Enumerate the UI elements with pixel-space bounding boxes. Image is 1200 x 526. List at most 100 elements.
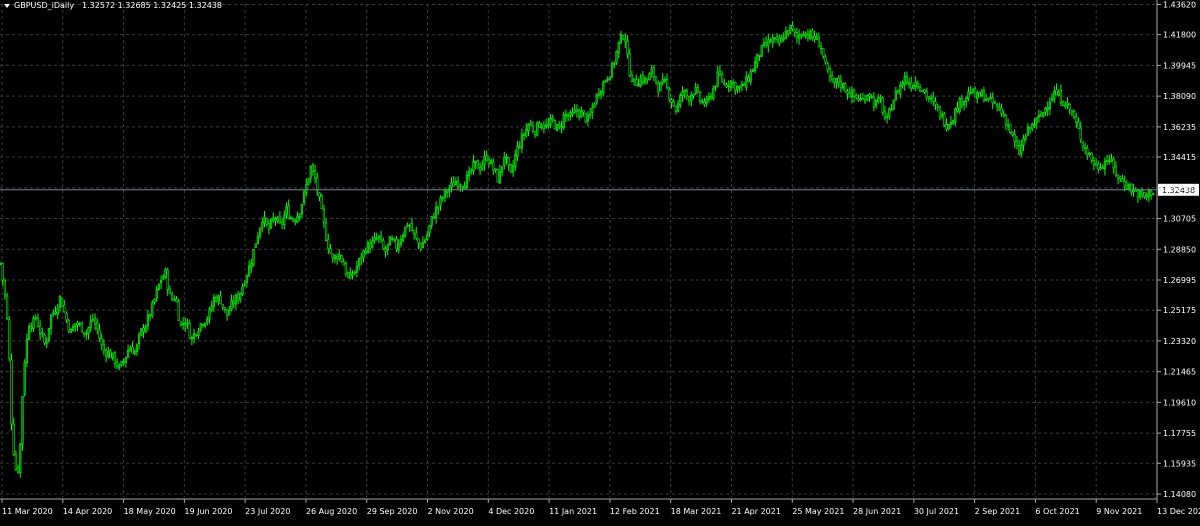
candle (89, 314, 92, 333)
candle-body (1152, 193, 1155, 195)
candle (751, 68, 754, 72)
candle-body (910, 82, 913, 89)
candle-body (173, 298, 176, 301)
candle-body (967, 91, 970, 99)
chart[interactable]: 1.32438 1.43620 1.41800 1.39945 1.38090 1.36… (0, 0, 1200, 522)
candle (1143, 192, 1146, 199)
candle (503, 151, 506, 170)
candle-body (204, 322, 207, 327)
candle (1084, 142, 1087, 155)
candle (586, 111, 589, 127)
candle (470, 168, 473, 175)
candle (749, 68, 752, 86)
candle (971, 88, 974, 94)
candle (1046, 101, 1049, 117)
candle (157, 283, 161, 291)
candle-body (6, 295, 9, 319)
candle (459, 183, 462, 192)
candle (855, 93, 858, 100)
candle (520, 128, 523, 154)
candle-body (538, 122, 541, 128)
candle-body (267, 223, 271, 230)
candle (555, 123, 559, 132)
candle-body (1024, 135, 1027, 140)
candle (637, 78, 640, 87)
candle-body (1112, 158, 1115, 168)
y-tick-label: 1.23320 (1163, 337, 1196, 346)
candle-body (195, 333, 198, 336)
candle-body (415, 232, 418, 239)
candle-body (1037, 114, 1040, 118)
candle (1103, 157, 1106, 176)
candle-body (1004, 115, 1007, 125)
candle (428, 224, 431, 238)
candle (1029, 126, 1032, 134)
candle-body (874, 99, 878, 107)
x-tick-label: 4 Dec 2020 (488, 507, 534, 516)
candle-body (775, 36, 779, 40)
candle (135, 343, 139, 356)
candle (338, 249, 341, 262)
candle-body (698, 92, 702, 102)
candle (1055, 83, 1058, 96)
candle-body (591, 107, 594, 113)
candle-body (938, 106, 941, 118)
candle-body (296, 216, 299, 223)
candle-body (175, 299, 178, 302)
candle-body (155, 288, 158, 299)
candle (665, 73, 669, 90)
candle-body (25, 338, 29, 364)
candle (923, 88, 926, 95)
candle-body (613, 63, 616, 65)
candle-body (846, 91, 849, 94)
candle (993, 100, 996, 104)
triangle-down-icon[interactable] (4, 4, 10, 8)
candle (663, 76, 666, 84)
candle (558, 120, 561, 130)
candle (522, 132, 526, 141)
candle (837, 74, 840, 88)
candle (1059, 84, 1062, 107)
candle-body (758, 55, 761, 57)
candle (738, 85, 741, 93)
candle-body (778, 38, 781, 44)
candle-body (399, 239, 403, 245)
candle-body (496, 169, 499, 183)
candle (188, 319, 191, 339)
candle (608, 76, 611, 81)
candle (1121, 174, 1124, 182)
candle-body (602, 81, 605, 93)
candle (1000, 103, 1003, 117)
candle (423, 238, 427, 244)
candle (379, 230, 383, 243)
candle-body (685, 90, 688, 97)
chart-svg[interactable]: 1.32438 1.43620 1.41800 1.39945 1.38090 1.36… (0, 0, 1200, 522)
candle (514, 149, 517, 171)
candle-body (723, 82, 726, 85)
candle-body (300, 203, 304, 215)
candle (696, 84, 699, 94)
candle-body (681, 91, 684, 96)
candle-body (1031, 123, 1034, 130)
candle-body (316, 177, 319, 192)
candle (327, 233, 330, 255)
candle (857, 94, 860, 102)
candle (793, 28, 796, 38)
candle-body (760, 44, 763, 57)
candle (47, 327, 50, 343)
candle (138, 332, 141, 350)
x-tick-label: 25 May 2021 (792, 507, 844, 516)
y-tick-label: 1.41800 (1163, 31, 1196, 40)
candle-body (1139, 190, 1142, 197)
candle-body (1075, 116, 1078, 123)
candle (674, 105, 677, 115)
candle-body (742, 84, 746, 87)
candle-body (989, 96, 992, 99)
candle-body (753, 61, 757, 72)
y-tick-label: 1.30705 (1163, 215, 1196, 224)
candle-body (153, 298, 156, 303)
candle-body (621, 35, 625, 40)
candle-body (404, 226, 407, 237)
candle-body (536, 121, 539, 136)
candle-body (100, 338, 103, 346)
